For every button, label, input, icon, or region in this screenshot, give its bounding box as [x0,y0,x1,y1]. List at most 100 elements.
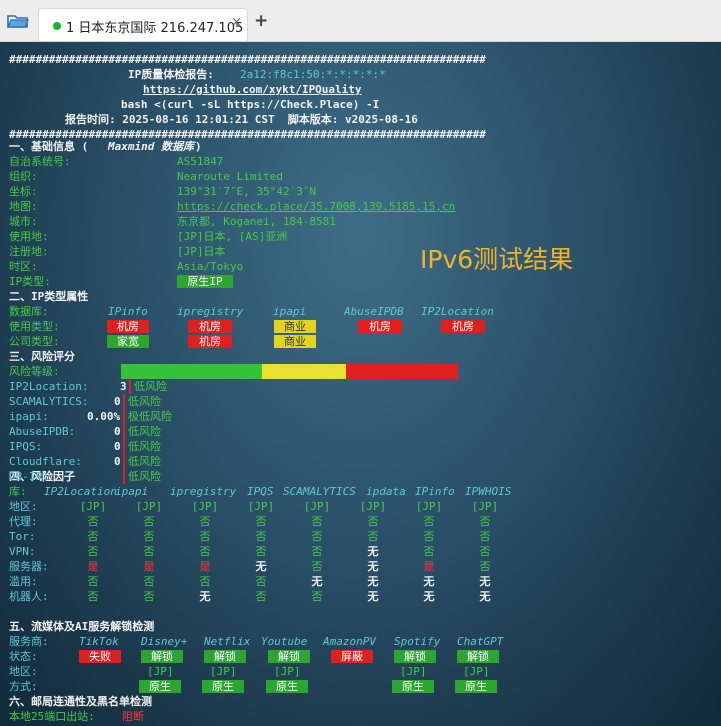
use-type-badge: 商业 [274,320,316,333]
tab-title: 1 日本东京国际 216.247.105 [66,21,244,36]
factor-lib-name: IPQS [247,485,274,498]
factor-value: 无 [367,590,379,603]
factor-value: 是 [199,560,211,573]
factor-value: 否 [311,590,323,603]
basic-info-key: 地图: [9,200,38,213]
risk-source: IP2Location: [9,380,89,393]
basic-info-value: 139°31′7″E, 35°42′3″N [177,185,317,198]
factor-key: 服务器: [9,560,49,573]
session-tab[interactable]: 1 日本东京国际 216.247.105 × [38,8,248,41]
type-db-name: ipregistry [177,305,244,318]
basic-info-key: 时区: [9,260,38,273]
basic-info-key: 坐标: [9,185,38,198]
risk-verdict: 低风险 [128,425,161,438]
stream-mode-badge: 原生 [266,680,308,693]
stream-provider-name: Spotify [394,635,441,648]
factor-lib-name: ipdata [366,485,406,498]
factor-value: 否 [423,545,435,558]
factor-value: 否 [479,545,491,558]
factor-value: 否 [311,545,323,558]
new-tab-button[interactable]: + [254,11,268,31]
corp-type-badge: 家宽 [107,335,149,348]
risk-source: IPQS: [9,440,43,453]
factor-value: 否 [255,515,267,528]
basic-info-value[interactable]: https://check.place/35.7008,139.5185,15,… [177,199,455,214]
type-db-name: IP2Location [421,305,494,318]
hash-divider: ########################################… [9,53,486,66]
factor-lib-name: SCAMALYTICS [283,485,356,498]
risk-source: DB-IP: [9,470,49,483]
risk-source: AbuseIPDB: [9,425,76,438]
factor-lib-name: IPinfo [415,485,455,498]
ip-address: 2a12:f8c1:50:*:*:*:*:* [240,68,386,81]
stream-provider-label: 服务商: [9,635,49,648]
risk-pointer [123,394,125,409]
risk-source: SCAMALYTICS: [9,395,89,408]
factor-value: [JP] [303,500,331,513]
basic-info-key: 注册地: [9,245,49,258]
close-icon[interactable]: × [231,15,242,30]
stream-provider-name: Netflix [204,635,251,648]
factor-value: [JP] [471,500,499,513]
factor-value: 是 [87,560,99,573]
type-db-name: ipapi [273,305,307,318]
use-type-label: 使用类型: [9,320,60,333]
basic-info-value: 东京都, Koganei, 184-8581 [177,215,336,228]
basic-info-value: Nearoute Limited [177,170,283,183]
risk-score: 0 [114,425,121,438]
stream-mode-badge: 原生 [139,680,181,693]
factor-value: 否 [423,530,435,543]
risk-source: ipapi: [9,410,49,423]
ip-type-badge: 原生IP [177,275,233,288]
command-line: bash <(curl -sL https://Check.Place) -I [121,98,380,111]
factor-value: 否 [255,575,267,588]
use-type-badge: 机房 [358,320,402,333]
stream-status-badge: 解锁 [268,650,310,663]
corp-type-badge: 机房 [188,335,232,348]
factor-value: 否 [311,515,323,528]
stream-mode-label: 方式: [9,680,38,693]
risk-bar-yellow [262,364,346,379]
basic-info-key: IP类型: [9,275,51,288]
factor-value: 否 [311,530,323,543]
terminal-output[interactable]: 阻断 本地25端口出站: 六、邮局连通性及黑名单检测 原生 原生 原生 原生 原生 [JP] [J… [0,42,721,726]
factor-value: 无 [311,575,323,588]
factor-value: 无 [479,575,491,588]
factor-value: [JP] [247,500,275,513]
factor-value: [JP] [79,500,107,513]
basic-info-value: AS51847 [177,155,224,168]
factor-value: [JP] [415,500,443,513]
factor-value: 否 [255,545,267,558]
factor-value: 否 [143,590,155,603]
stream-provider-name: AmazonPV [323,635,376,648]
factor-key: 滥用: [9,575,38,588]
factor-key: VPN: [9,545,36,558]
factor-value: 否 [143,545,155,558]
factor-value: 否 [199,515,211,528]
factor-value: 否 [199,545,211,558]
stream-provider-name: TikTok [79,635,119,648]
corp-type-badge: 商业 [274,335,316,348]
factor-value: 否 [367,530,379,543]
factor-value: 否 [143,515,155,528]
use-type-badge: 机房 [107,320,149,333]
factor-value: [JP] [359,500,387,513]
stream-status-badge: 屏蔽 [331,650,373,663]
factor-value: 否 [311,560,323,573]
factor-value: 无 [255,560,267,573]
risk-verdict: 低风险 [134,380,167,393]
connection-status-icon [53,22,61,30]
folder-icon[interactable] [7,14,29,28]
factor-value: 否 [87,530,99,543]
basic-info-key: 自治系统号: [9,155,71,168]
risk-source: Cloudflare: [9,455,82,468]
factor-value: 否 [479,515,491,528]
basic-info-value: [JP]日本 [177,245,226,258]
factor-value: 否 [255,530,267,543]
repo-link[interactable]: https://github.com/xykt/IPQuality [143,82,362,97]
risk-score: 3 [120,380,127,393]
factor-value: 无 [423,590,435,603]
risk-score: 0 [114,455,121,468]
stream-region: [JP] [400,665,427,678]
stream-region: [JP] [210,665,237,678]
